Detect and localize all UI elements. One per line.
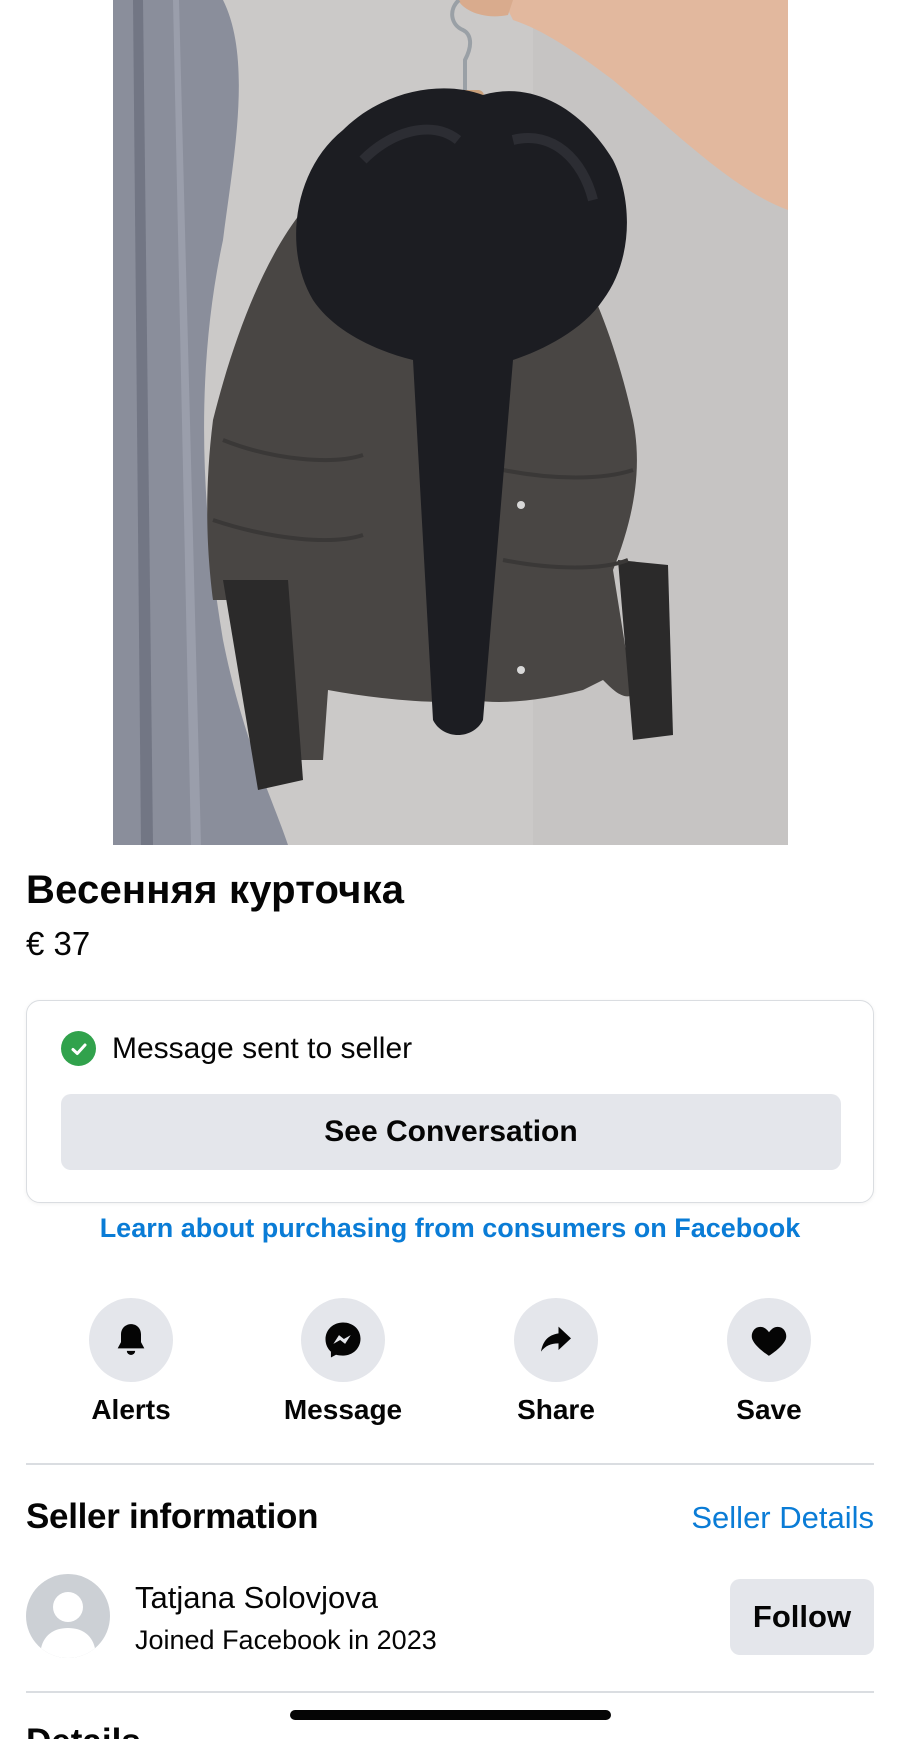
seller-avatar[interactable] [26,1574,110,1658]
message-label: Message [283,1394,403,1425]
seller-name[interactable]: Tatjana Solovjova [135,1580,378,1616]
message-action[interactable]: Message [268,1298,418,1426]
save-label: Save [736,1394,802,1425]
see-conversation-button[interactable]: See Conversation [61,1094,841,1170]
alerts-label: Alerts [91,1394,171,1425]
bell-icon[interactable] [89,1298,173,1382]
message-status-text: Message sent to seller [112,1031,413,1065]
section-divider [26,1463,874,1465]
follow-button[interactable]: Follow [730,1579,874,1655]
home-indicator[interactable] [290,1710,611,1720]
share-arrow-icon[interactable] [514,1298,598,1382]
section-divider [26,1691,874,1693]
details-heading: Details [26,1722,141,1739]
jacket-photo-illustration [113,0,788,845]
save-action[interactable]: Save [694,1298,844,1426]
seller-details-link[interactable]: Seller Details [691,1500,874,1536]
checkmark-circle-icon [61,1031,96,1066]
listing-photo[interactable] [113,0,788,845]
share-action[interactable]: Share [481,1298,631,1426]
message-status-card: Message sent to seller See Conversation [26,1000,874,1203]
learn-purchasing-link[interactable]: Learn about purchasing from consumers on… [0,1213,900,1244]
listing-price: € 37 [26,925,91,962]
listing-photo-area [0,0,900,845]
seller-joined-date: Joined Facebook in 2023 [135,1625,437,1655]
alerts-action[interactable]: Alerts [56,1298,206,1426]
messenger-icon[interactable] [301,1298,385,1382]
listing-title: Весенняя курточка [26,868,405,912]
share-label: Share [517,1394,595,1425]
seller-information-heading: Seller information [26,1497,319,1536]
heart-icon[interactable] [727,1298,811,1382]
message-status-row: Message sent to seller [61,1031,412,1066]
action-bar: Alerts Message Share Save [26,1298,874,1428]
default-avatar-icon [40,1592,96,1658]
